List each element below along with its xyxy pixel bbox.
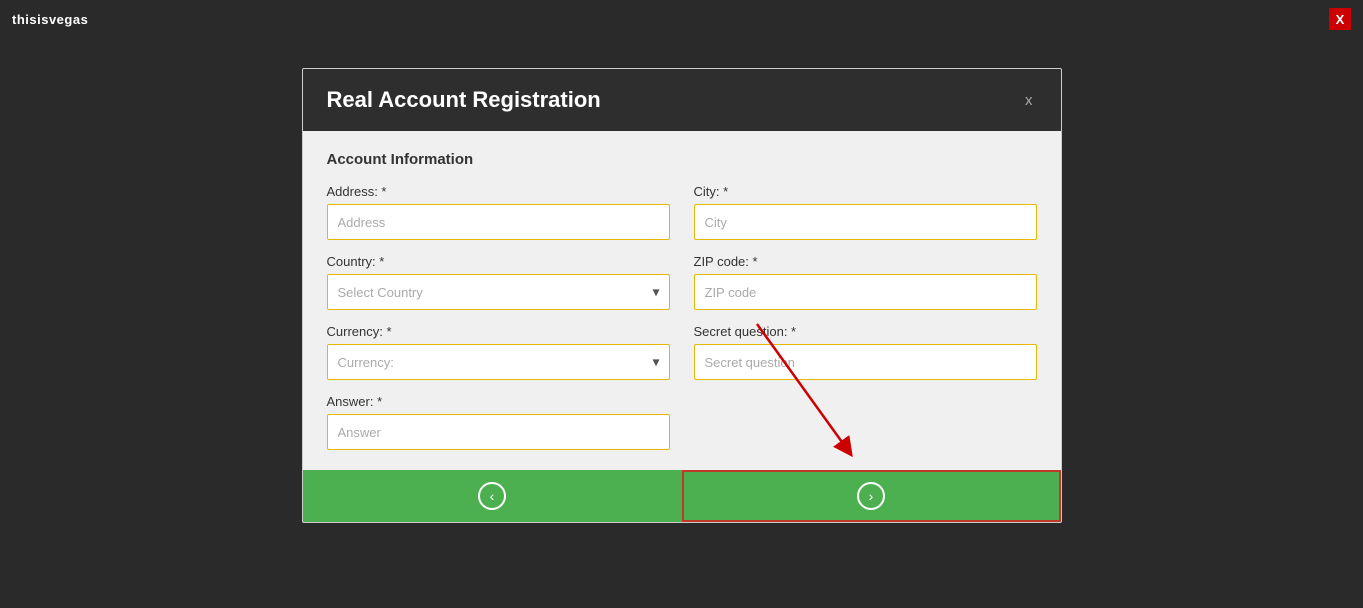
modal-body: Account Information Address: * City: * — [303, 131, 1061, 450]
modal-footer: ‹ › — [303, 470, 1061, 522]
city-input[interactable] — [694, 204, 1037, 240]
answer-input[interactable] — [327, 414, 670, 450]
back-icon: ‹ — [478, 482, 506, 510]
zip-label: ZIP code: * — [694, 254, 1037, 269]
secret-question-group: Secret question: * — [694, 324, 1037, 380]
next-icon: › — [857, 482, 885, 510]
zip-input[interactable] — [694, 274, 1037, 310]
next-button[interactable]: › — [682, 470, 1061, 522]
city-label: City: * — [694, 184, 1037, 199]
address-label: Address: * — [327, 184, 670, 199]
back-button[interactable]: ‹ — [303, 470, 682, 522]
modal-title: Real Account Registration — [327, 87, 601, 113]
secret-question-label: Secret question: * — [694, 324, 1037, 339]
country-select[interactable]: Select Country — [327, 274, 670, 310]
form-body: Address: * City: * Country: * Select C — [327, 184, 1037, 450]
currency-group: Currency: * Currency: — [327, 324, 670, 380]
country-select-wrapper: Select Country — [327, 274, 670, 310]
secret-question-input[interactable] — [694, 344, 1037, 380]
country-label: Country: * — [327, 254, 670, 269]
modal-overlay: Real Account Registration x Account Info… — [0, 38, 1363, 533]
currency-select[interactable]: Currency: — [327, 344, 670, 380]
zip-group: ZIP code: * — [694, 254, 1037, 310]
section-title: Account Information — [327, 151, 1037, 168]
currency-label: Currency: * — [327, 324, 670, 339]
answer-label: Answer: * — [327, 394, 670, 409]
modal-header: Real Account Registration x — [303, 69, 1061, 131]
currency-select-wrapper: Currency: — [327, 344, 670, 380]
form-grid: Address: * City: * Country: * Select C — [327, 184, 1037, 450]
city-group: City: * — [694, 184, 1037, 240]
answer-group: Answer: * — [327, 394, 670, 450]
country-group: Country: * Select Country — [327, 254, 670, 310]
app-logo: thisisvegas — [12, 12, 88, 27]
topbar-close-button[interactable]: X — [1329, 8, 1351, 30]
address-group: Address: * — [327, 184, 670, 240]
modal-close-button[interactable]: x — [1021, 92, 1037, 109]
modal: Real Account Registration x Account Info… — [302, 68, 1062, 523]
address-input[interactable] — [327, 204, 670, 240]
topbar: thisisvegas X — [0, 0, 1363, 38]
